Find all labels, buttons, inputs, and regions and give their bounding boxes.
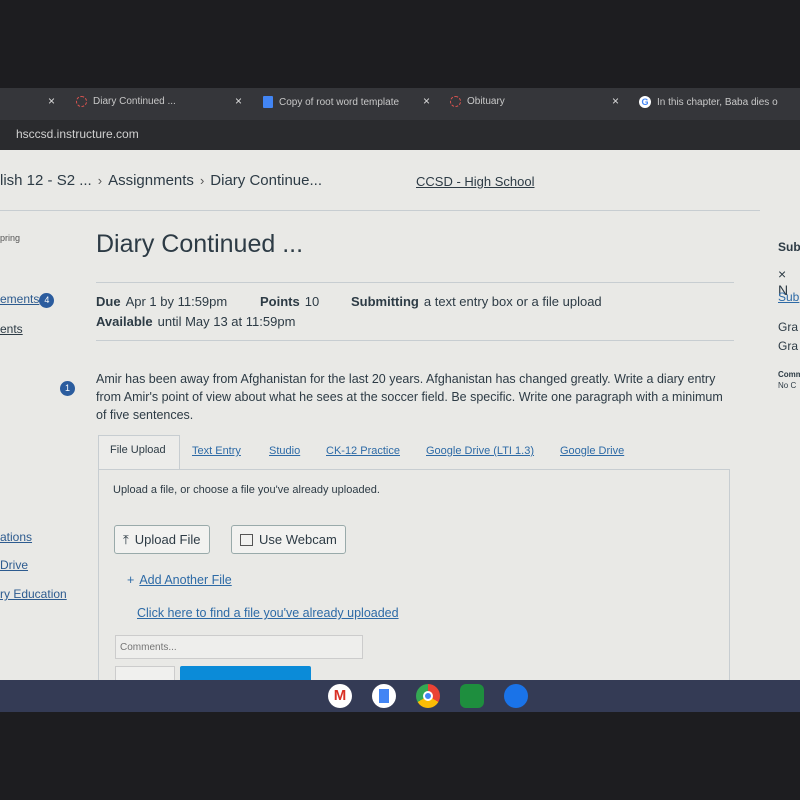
right-panel-link[interactable]: Sub xyxy=(778,290,799,304)
canvas-icon xyxy=(450,96,461,107)
tab-ck12[interactable]: CK-12 Practice xyxy=(326,445,400,457)
google-docs-icon[interactable] xyxy=(372,684,396,708)
sidebar-item[interactable]: Drive xyxy=(0,558,28,572)
add-another-file-link[interactable]: + Add Another File xyxy=(127,573,232,587)
unread-badge: 4 xyxy=(39,293,55,308)
image-icon xyxy=(240,533,253,546)
sidebar-item-announcements[interactable]: ements 4 xyxy=(0,292,55,308)
tab-label: Obituary xyxy=(467,96,505,107)
url-text: hsccsd.instructure.com xyxy=(16,127,139,141)
close-tab-icon[interactable]: × xyxy=(235,94,242,108)
close-tab-icon[interactable]: × xyxy=(612,94,619,108)
google-docs-icon xyxy=(263,96,273,108)
page-title: Diary Continued ... xyxy=(96,230,304,258)
right-panel-text: Gra xyxy=(778,339,799,353)
sidebar-item[interactable]: ry Education xyxy=(0,587,67,601)
breadcrumb-current: Diary Continue... xyxy=(210,172,322,189)
browser-tab[interactable]: Diary Continued ... xyxy=(76,96,176,107)
browser-tab[interactable]: Obituary xyxy=(450,96,505,107)
canvas-icon xyxy=(76,96,87,107)
breadcrumb: lish 12 - S2 ... › Assignments › Diary Conti… xyxy=(0,172,322,189)
due-date: Due Apr 1 by 11:59pm xyxy=(96,294,228,309)
browser-tab-bar: × Diary Continued ... × Copy of root wor… xyxy=(0,88,800,120)
google-icon: G xyxy=(639,96,651,108)
tab-studio[interactable]: Studio xyxy=(269,445,300,457)
submission-types: Submitting a text entry box or a file upl… xyxy=(351,294,602,309)
find-uploaded-file-link[interactable]: Click here to find a file you've already… xyxy=(137,606,399,620)
chrome-icon[interactable] xyxy=(416,684,440,708)
close-tab-icon[interactable]: × xyxy=(423,94,430,108)
upload-instructions: Upload a file, or choose a file you've a… xyxy=(113,484,380,496)
close-tab-icon[interactable]: × xyxy=(48,94,55,108)
tab-text-entry[interactable]: Text Entry xyxy=(192,445,241,457)
calculator-icon[interactable] xyxy=(460,684,484,708)
right-panel-text: Gra xyxy=(778,320,799,334)
gmail-icon[interactable]: M xyxy=(328,684,352,708)
right-panel-heading: Sub xyxy=(778,240,800,254)
upload-file-button[interactable]: ⤒ Upload File xyxy=(114,525,210,554)
assignment-description: Amir has been away from Afghanistan for … xyxy=(96,372,723,422)
browser-tab[interactable]: G In this chapter, Baba dies o xyxy=(639,96,778,108)
right-panel-text: No C xyxy=(778,381,797,390)
upload-icon: ⤒ xyxy=(123,531,129,547)
tab-google-drive-lti[interactable]: Google Drive (LTI 1.3) xyxy=(426,445,534,457)
right-panel-text: Comm xyxy=(778,370,800,379)
comments-input[interactable] xyxy=(115,635,363,659)
sidebar-item[interactable]: pring xyxy=(0,233,20,243)
file-upload-panel: Upload a file, or choose a file you've a… xyxy=(98,469,730,690)
school-link[interactable]: CCSD - High School xyxy=(416,174,535,189)
tab-label: Copy of root word template xyxy=(279,96,400,108)
tab-label: Diary Continued ... xyxy=(93,96,176,107)
os-shelf: M xyxy=(0,680,800,712)
tab-google-drive[interactable]: Google Drive xyxy=(560,445,624,457)
sidebar-item[interactable]: ents xyxy=(0,322,23,336)
breadcrumb-course[interactable]: lish 12 - S2 ... xyxy=(0,172,92,189)
sidebar-item[interactable]: ations xyxy=(0,530,32,544)
use-webcam-button[interactable]: Use Webcam xyxy=(231,525,346,554)
tab-file-upload[interactable]: File Upload xyxy=(98,435,180,470)
availability: Available until May 13 at 11:59pm xyxy=(96,314,296,329)
canvas-page: lish 12 - S2 ... › Assignments › Diary Conti… xyxy=(0,150,800,690)
breadcrumb-assignments[interactable]: Assignments xyxy=(108,172,194,189)
tab-label: In this chapter, Baba dies o xyxy=(657,96,778,108)
browser-tab[interactable]: Copy of root word template xyxy=(263,96,399,108)
points: Points 10 xyxy=(260,294,320,309)
address-bar[interactable]: hsccsd.instructure.com xyxy=(0,120,800,150)
plus-icon: + xyxy=(127,573,135,587)
files-icon[interactable] xyxy=(504,684,528,708)
step-badge: 1 xyxy=(60,381,75,396)
